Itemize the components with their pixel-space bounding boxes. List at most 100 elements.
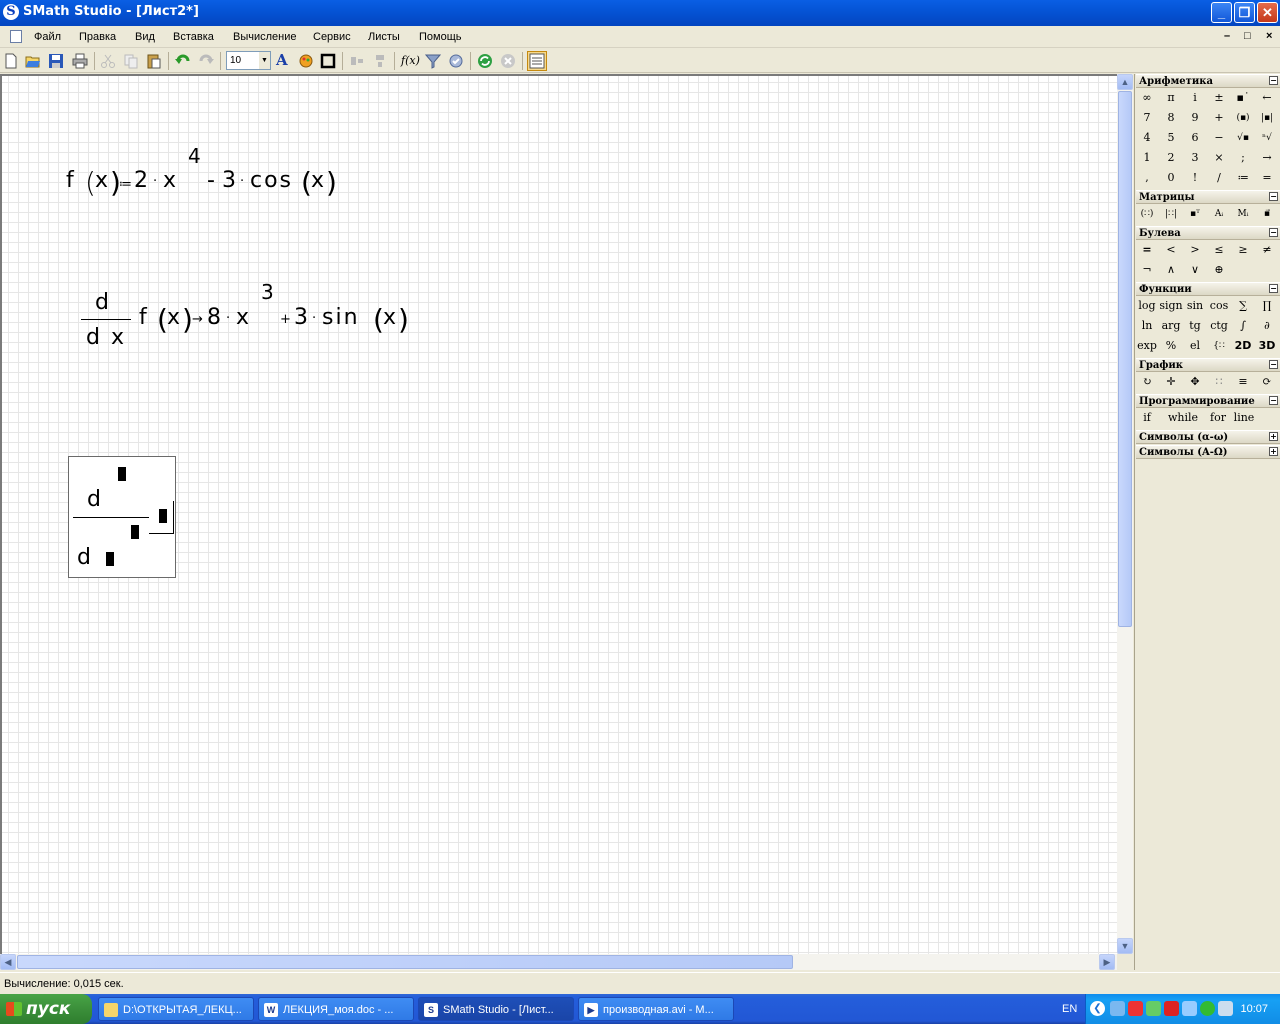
for-button[interactable]: for xyxy=(1207,408,1229,428)
maximize-button[interactable]: ❐ xyxy=(1234,2,1255,23)
bool-equal-button[interactable]: = xyxy=(1135,240,1159,260)
vertical-scrollbar[interactable]: ▲ ▼ xyxy=(1117,74,1133,954)
smath-app-icon[interactable]: S xyxy=(3,4,19,20)
digit-7-button[interactable]: 7 xyxy=(1135,108,1159,128)
integral-button[interactable]: ∫ xyxy=(1231,316,1255,336)
minimize-button[interactable]: _ xyxy=(1211,2,1232,23)
volume-icon[interactable] xyxy=(1218,1001,1233,1016)
multiply-button[interactable]: × xyxy=(1207,148,1231,168)
plot-3d-button[interactable]: 3D xyxy=(1255,336,1279,356)
percent-button[interactable]: % xyxy=(1159,336,1183,356)
el-button[interactable]: el xyxy=(1183,336,1207,356)
stop-icon[interactable] xyxy=(500,53,516,69)
close-button[interactable]: ✕ xyxy=(1257,2,1278,23)
task-media-player[interactable]: ▶ производная.avi - M... xyxy=(578,997,734,1021)
new-icon[interactable] xyxy=(3,53,19,69)
worksheet[interactable]: f ( x ) ≔ 2 · x 4 - 3 · cos ( x ) d d x … xyxy=(0,74,1117,954)
scroll-right-button[interactable]: ▶ xyxy=(1099,954,1115,970)
infinity-button[interactable]: ∞ xyxy=(1135,88,1159,108)
sqrt-button[interactable]: √▪ xyxy=(1231,128,1255,148)
border-icon[interactable] xyxy=(320,53,336,69)
color-icon[interactable] xyxy=(298,53,314,69)
copy-icon[interactable] xyxy=(123,53,139,69)
panel-group-greek-lowercase[interactable]: Символы (α-ω) + xyxy=(1136,430,1280,444)
plot-2d-button[interactable]: 2D xyxy=(1231,336,1255,356)
scale-icon[interactable]: ✛ xyxy=(1159,372,1183,392)
and-button[interactable]: ∧ xyxy=(1159,260,1183,280)
redo-icon[interactable] xyxy=(198,53,214,69)
digit-9-button[interactable]: 9 xyxy=(1183,108,1207,128)
network-icon[interactable] xyxy=(1110,1001,1125,1016)
print-icon[interactable] xyxy=(72,53,88,69)
document-icon[interactable] xyxy=(10,30,22,43)
derivative-template-editor[interactable]: d d xyxy=(68,456,176,578)
chevron-down-icon[interactable]: ▼ xyxy=(259,52,270,69)
plus-button[interactable]: + xyxy=(1207,108,1231,128)
scroll-down-button[interactable]: ▼ xyxy=(1117,938,1133,954)
divide-button[interactable]: / xyxy=(1207,168,1231,188)
collapse-icon[interactable]: − xyxy=(1269,396,1278,405)
matrix-button[interactable]: (∷) xyxy=(1135,204,1159,224)
transpose-button[interactable]: ▪ᵀ xyxy=(1183,204,1207,224)
menu-service[interactable]: Сервис xyxy=(313,31,351,43)
menu-file[interactable]: Файл xyxy=(34,31,61,43)
move-icon[interactable]: ✥ xyxy=(1183,372,1207,392)
task-word-document[interactable]: W ЛЕКЦИЯ_моя.doc - ... xyxy=(258,997,414,1021)
expand-icon[interactable]: + xyxy=(1269,447,1278,456)
collapse-icon[interactable]: − xyxy=(1269,284,1278,293)
determinant-button[interactable]: |∷| xyxy=(1159,204,1183,224)
expand-icon[interactable]: + xyxy=(1269,432,1278,441)
menu-calculation[interactable]: Вычисление xyxy=(233,31,297,43)
messenger-icon[interactable] xyxy=(1200,1001,1215,1016)
panel-group-arithmetic[interactable]: Арифметика − xyxy=(1136,74,1280,88)
collapse-icon[interactable]: − xyxy=(1269,360,1278,369)
collapse-icon[interactable]: − xyxy=(1269,76,1278,85)
dynamic-assistant-icon[interactable] xyxy=(448,53,464,69)
clock[interactable]: 10:07 xyxy=(1240,1003,1268,1015)
definition-button[interactable]: ≔ xyxy=(1231,168,1255,188)
font-size-select[interactable]: 10 ▼ xyxy=(226,51,271,70)
menu-edit[interactable]: Правка xyxy=(79,31,116,43)
digit-2-button[interactable]: 2 xyxy=(1159,148,1183,168)
plus-minus-button[interactable]: ± xyxy=(1207,88,1231,108)
filter-icon[interactable] xyxy=(425,53,441,69)
task-smath-studio[interactable]: S SMath Studio - [Лист... xyxy=(418,997,574,1021)
digit-5-button[interactable]: 5 xyxy=(1159,128,1183,148)
digit-0-button[interactable]: 0 xyxy=(1159,168,1183,188)
not-button[interactable]: ¬ xyxy=(1135,260,1159,280)
matrix-index-button[interactable]: Mᵢ xyxy=(1231,204,1255,224)
order-placeholder[interactable] xyxy=(131,525,139,539)
menu-view[interactable]: Вид xyxy=(135,31,155,43)
ln-button[interactable]: ln xyxy=(1135,316,1159,336)
line-button[interactable]: line xyxy=(1231,408,1257,428)
order-placeholder[interactable] xyxy=(118,467,126,481)
panel-group-functions[interactable]: Функции − xyxy=(1136,282,1280,296)
sign-button[interactable]: sign xyxy=(1159,296,1183,316)
save-icon[interactable] xyxy=(48,53,64,69)
start-button[interactable]: пуск xyxy=(0,994,92,1024)
text-format-icon[interactable]: A xyxy=(276,51,292,69)
menu-sheets[interactable]: Листы xyxy=(368,31,400,43)
align-center-icon[interactable] xyxy=(372,53,388,69)
collapse-icon[interactable]: − xyxy=(1269,228,1278,237)
menu-insert[interactable]: Вставка xyxy=(173,31,214,43)
digit-6-button[interactable]: 6 xyxy=(1183,128,1207,148)
language-indicator[interactable]: EN xyxy=(1062,1003,1077,1015)
recalculate-icon[interactable] xyxy=(477,53,493,69)
evaluate-button[interactable]: = xyxy=(1255,168,1279,188)
lines-icon[interactable]: ≡ xyxy=(1231,372,1255,392)
mdi-restore-button[interactable]: □ xyxy=(1244,30,1251,42)
greater-than-button[interactable]: > xyxy=(1183,240,1207,260)
refresh-icon[interactable]: ⟳ xyxy=(1255,372,1279,392)
signal-icon[interactable] xyxy=(1182,1001,1197,1016)
points-icon[interactable]: ∷ xyxy=(1207,372,1231,392)
arg-button[interactable]: arg xyxy=(1159,316,1183,336)
exp-button[interactable]: exp xyxy=(1135,336,1159,356)
rotate-icon[interactable]: ↻ xyxy=(1135,372,1159,392)
mdi-minimize-button[interactable]: – xyxy=(1224,30,1230,42)
security-alert-icon[interactable] xyxy=(1128,1001,1143,1016)
horizontal-scrollbar[interactable]: ◀ ▶ xyxy=(0,954,1117,970)
or-button[interactable]: ∨ xyxy=(1183,260,1207,280)
digit-4-button[interactable]: 4 xyxy=(1135,128,1159,148)
less-than-button[interactable]: < xyxy=(1159,240,1183,260)
